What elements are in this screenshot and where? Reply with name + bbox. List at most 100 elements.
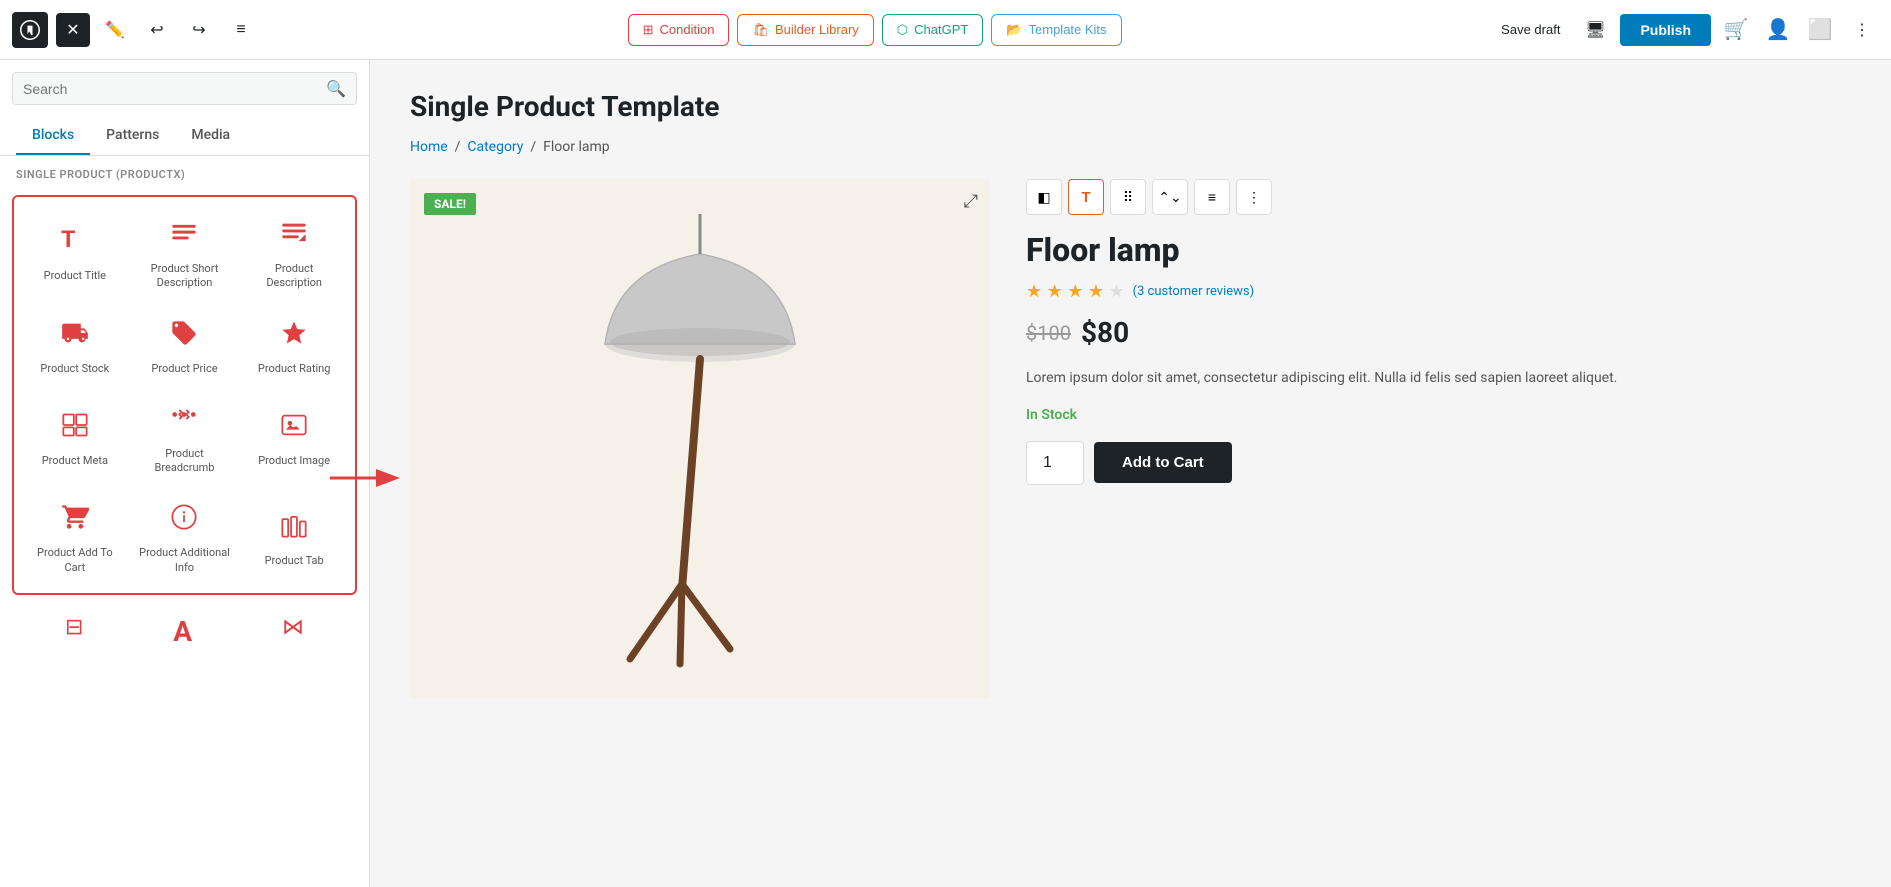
toolbar-grid-btn[interactable]: ⠿ xyxy=(1110,179,1146,215)
block-grid-container: T Product Title Product Short Descriptio… xyxy=(12,195,357,595)
cart-button[interactable]: 🛒 xyxy=(1719,13,1753,47)
close-icon: ✕ xyxy=(66,20,79,40)
block-label-product-price: Product Price xyxy=(151,362,217,376)
sidebar-scroll: SINGLE PRODUCT (PRODUCTX) T Product Titl… xyxy=(0,156,369,887)
block-item-product-breadcrumb[interactable]: Product Breadcrumb xyxy=(132,390,238,486)
toolbar-align-btn[interactable]: ≡ xyxy=(1194,179,1230,215)
sidebar: 🔍 Blocks Patterns Media SINGLE PRODUCT (… xyxy=(0,60,370,887)
chatgpt-label: ChatGPT xyxy=(914,22,968,37)
page-title: Single Product Template xyxy=(410,90,1851,123)
block-item-product-image[interactable]: Product Image xyxy=(241,390,347,486)
breadcrumb-current: Floor lamp xyxy=(543,139,610,155)
save-draft-button[interactable]: Save draft xyxy=(1491,16,1570,43)
rating-row: ★ ★ ★ ★ ★ (3 customer reviews) xyxy=(1026,281,1851,302)
breadcrumb-home[interactable]: Home xyxy=(410,139,448,155)
block-item-product-price[interactable]: Product Price xyxy=(132,305,238,386)
block-item-product-stock[interactable]: Product Stock xyxy=(22,305,128,386)
svg-text:T: T xyxy=(61,226,75,253)
tab-blocks[interactable]: Blocks xyxy=(16,117,90,155)
product-area: SALE! ⤢ xyxy=(410,179,1851,699)
block-item-product-description[interactable]: Product Description xyxy=(241,205,347,301)
product-description-text: Lorem ipsum dolor sit amet, consectetur … xyxy=(1026,367,1851,391)
product-breadcrumb-icon xyxy=(170,404,198,439)
chatgpt-icon: ⬡ xyxy=(897,22,908,38)
toolbar-more-btn[interactable]: ⋮ xyxy=(1236,179,1272,215)
block-label-product-title: Product Title xyxy=(44,269,106,283)
tab-patterns[interactable]: Patterns xyxy=(90,117,175,155)
chatgpt-button[interactable]: ⬡ ChatGPT xyxy=(882,14,984,46)
product-name: Floor lamp xyxy=(1026,231,1851,269)
block-item-product-rating[interactable]: Product Rating xyxy=(241,305,347,386)
product-additional-info-icon xyxy=(170,503,198,538)
block-item-product-add-to-cart[interactable]: Product Add To Cart xyxy=(22,489,128,585)
block-item-product-meta[interactable]: Product Meta xyxy=(22,390,128,486)
block-label-product-meta: Product Meta xyxy=(42,454,108,468)
undo-button[interactable]: ↩ xyxy=(140,13,174,47)
builder-library-button[interactable]: 🛍 Builder Library xyxy=(737,14,873,46)
pencil-icon: ✏️ xyxy=(105,20,125,40)
publish-label: Publish xyxy=(1640,22,1691,38)
undo-icon: ↩ xyxy=(150,20,163,40)
star-5: ★ xyxy=(1108,281,1124,302)
block-label-product-breadcrumb: Product Breadcrumb xyxy=(138,447,232,476)
product-image-section: SALE! ⤢ xyxy=(410,179,990,699)
more-button[interactable]: ⋮ xyxy=(1845,13,1879,47)
toolbar-arrows-btn[interactable]: ⌃⌄ xyxy=(1152,179,1188,215)
add-to-cart-row: Add to Cart xyxy=(1026,441,1851,485)
bottom-icon-2[interactable]: A xyxy=(173,615,192,648)
builder-label: Builder Library xyxy=(775,22,859,37)
review-link[interactable]: (3 customer reviews) xyxy=(1133,284,1255,299)
bottom-icon-1[interactable]: ⊟ xyxy=(65,615,83,648)
menu-button[interactable]: ≡ xyxy=(224,13,258,47)
condition-icon: ⊞ xyxy=(643,22,654,38)
price-row: $100 $80 xyxy=(1026,316,1851,349)
product-info-section: ◧ T ⠿ ⌃⌄ ≡ ⋮ Floor lamp ★ ★ ★ ★ ★ xyxy=(1026,179,1851,485)
menu-icon: ≡ xyxy=(236,21,245,39)
expand-icon[interactable]: ⤢ xyxy=(964,191,978,212)
template-kits-button[interactable]: 📂 Template Kits xyxy=(991,14,1121,46)
block-label-product-stock: Product Stock xyxy=(40,362,109,376)
block-label-product-tab: Product Tab xyxy=(265,554,324,568)
close-button[interactable]: ✕ xyxy=(56,13,90,47)
price-new: $80 xyxy=(1081,316,1129,349)
preview-button[interactable]: 🖥 xyxy=(1578,13,1612,47)
block-label-product-rating: Product Rating xyxy=(258,362,330,376)
block-item-product-additional-info[interactable]: Product Additional Info xyxy=(132,489,238,585)
templatekits-label: Template Kits xyxy=(1029,22,1107,37)
publish-button[interactable]: Publish xyxy=(1620,14,1711,46)
block-grid: T Product Title Product Short Descriptio… xyxy=(22,205,347,585)
product-short-desc-icon xyxy=(170,219,198,254)
product-description-icon xyxy=(280,219,308,254)
cart-icon: 🛒 xyxy=(1724,17,1749,42)
price-old: $100 xyxy=(1026,321,1071,345)
toolbar-sidebar-btn[interactable]: ◧ xyxy=(1026,179,1062,215)
quantity-input[interactable] xyxy=(1026,441,1084,485)
block-item-product-tab[interactable]: Product Tab xyxy=(241,489,347,585)
block-item-product-title[interactable]: T Product Title xyxy=(22,205,128,301)
condition-button[interactable]: ⊞ Condition xyxy=(628,14,730,46)
lamp-image xyxy=(410,179,990,699)
add-to-cart-button[interactable]: Add to Cart xyxy=(1094,442,1232,483)
block-label-product-add-to-cart: Product Add To Cart xyxy=(28,546,122,575)
user-icon: 👤 xyxy=(1766,17,1791,42)
block-item-product-short-desc[interactable]: Product Short Description xyxy=(132,205,238,301)
product-title-icon: T xyxy=(61,226,89,261)
breadcrumb-category[interactable]: Category xyxy=(467,139,523,155)
preview-icon: 🖥 xyxy=(1585,20,1605,40)
toolbar-type-btn[interactable]: T xyxy=(1068,179,1104,215)
search-input[interactable] xyxy=(23,81,320,97)
user-button[interactable]: 👤 xyxy=(1761,13,1795,47)
tab-media[interactable]: Media xyxy=(175,117,246,155)
layout-button[interactable]: ⬜ xyxy=(1803,13,1837,47)
top-bar: ✕ ✏️ ↩ ↪ ≡ ⊞ Condition 🛍 Builder Library… xyxy=(0,0,1891,60)
pencil-button[interactable]: ✏️ xyxy=(98,13,132,47)
redo-button[interactable]: ↪ xyxy=(182,13,216,47)
redo-icon: ↪ xyxy=(192,20,205,40)
search-bar: 🔍 xyxy=(12,72,357,105)
save-draft-label: Save draft xyxy=(1501,22,1560,37)
product-meta-icon xyxy=(61,411,89,446)
product-price-icon xyxy=(170,319,198,354)
add-to-cart-label: Add to Cart xyxy=(1122,454,1204,471)
bottom-icon-3[interactable]: ⋈ xyxy=(282,615,304,648)
product-tab-icon xyxy=(280,511,308,546)
